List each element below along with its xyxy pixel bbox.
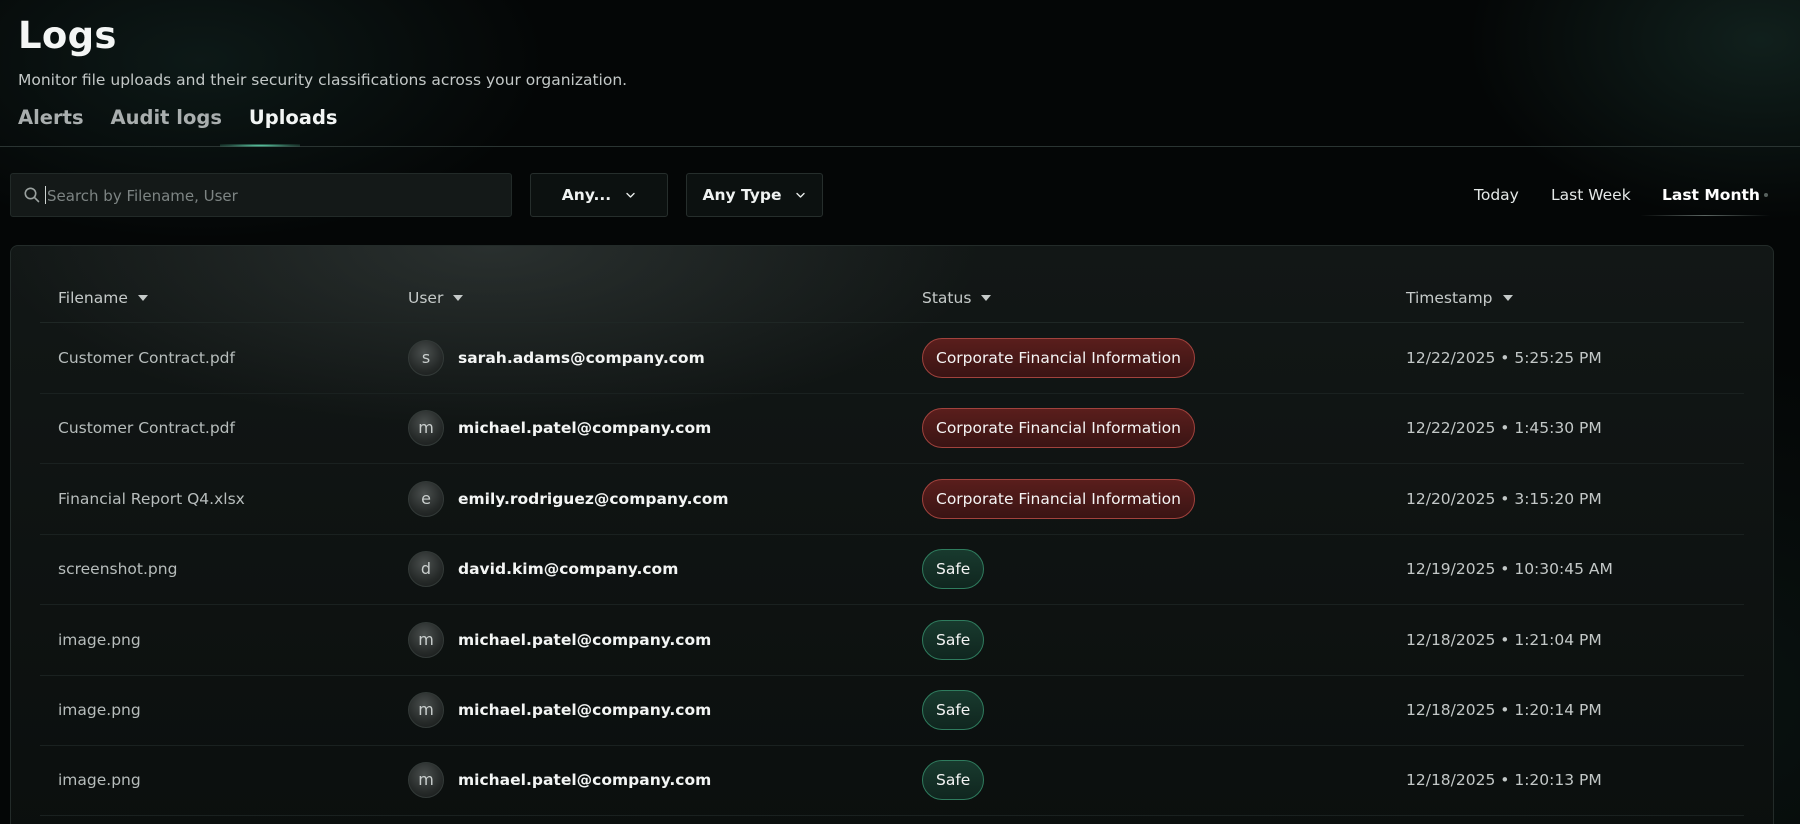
chevron-down-icon [626,192,635,198]
chevron-down-icon [796,192,806,198]
tab-bar: Alerts Audit logs Uploads [18,106,365,129]
timestamp-cell: 12/18/2025 • 1:20:13 PM [1406,771,1602,790]
timestamp-cell: 12/19/2025 • 10:30:45 AM [1406,560,1613,579]
type-filter-value: Any Type [702,186,782,204]
logs-page: Logs Monitor file uploads and their secu… [0,0,1800,824]
avatar: m [408,692,444,728]
avatar: m [408,621,444,658]
user-filter-dropdown[interactable]: Any... [530,173,668,217]
user-email: michael.patel@company.com [458,701,712,719]
filename-cell[interactable]: image.png [58,745,141,815]
page-title: Logs [18,14,117,57]
avatar: e [408,480,444,517]
filename-cell[interactable]: image.png [58,605,141,675]
table-row[interactable]: screenshot.png d david.kim@company.com Safe… [40,534,1744,606]
status-badge: Safe [922,760,985,801]
search-box[interactable] [10,173,512,218]
range-today[interactable]: Today [1474,186,1519,204]
avatar: s [408,340,444,376]
avatar: m [408,762,444,799]
table-row[interactable]: Customer Contract.pdf m michael.patel@comp… [40,393,1744,465]
page-header: Logs Monitor file uploads and their secu… [0,0,1800,147]
table-row[interactable]: image.png m michael.patel@company.com Safe 1… [40,675,1744,746]
user-email: michael.patel@company.com [458,630,712,649]
timestamp-cell: 12/18/2025 • 1:20:14 PM [1406,701,1602,719]
status-badge: Corporate Financial Information [922,408,1195,449]
user-email: emily.rodriguez@company.com [458,489,729,508]
timestamp-cell: 12/20/2025 • 3:15:20 PM [1406,489,1602,508]
user-email: david.kim@company.com [458,560,679,579]
timestamp-cell: 12/22/2025 • 5:25:25 PM [1406,349,1602,367]
filename-cell[interactable]: Customer Contract.pdf [58,323,235,393]
status-badge: Safe [922,549,985,590]
status-badge: Safe [922,690,985,730]
column-header-label: Filename [58,289,128,307]
active-tab-indicator [220,144,300,147]
text-caret [45,186,46,204]
filename-cell[interactable]: image.png [58,675,141,745]
table-row[interactable]: image.png m michael.patel@company.com Safe 1… [40,745,1744,817]
column-header-timestamp[interactable]: Timestamp [1406,289,1513,307]
status-badge: Corporate Financial Information [922,478,1195,519]
range-last-month[interactable]: Last Month [1662,186,1760,204]
status-badge: Safe [922,619,985,660]
user-email: michael.patel@company.com [458,419,712,438]
column-header-user[interactable]: User [408,289,464,307]
column-header-label: Timestamp [1406,289,1493,307]
filename-cell[interactable]: screenshot.png [58,534,177,604]
column-header-label: Status [922,289,972,307]
search-icon [24,187,40,203]
filename-cell[interactable]: Financial Report Q4.xlsx [58,464,245,534]
sort-caret-icon [137,295,148,301]
user-filter-value: Any... [561,186,612,204]
tab-uploads[interactable]: Uploads [249,106,338,129]
type-filter-dropdown[interactable]: Any Type [686,173,823,217]
tab-alerts[interactable]: Alerts [18,106,84,129]
user-email: michael.patel@company.com [458,771,712,790]
sort-caret-icon [1502,295,1513,301]
timestamp-cell: 12/18/2025 • 1:21:04 PM [1406,630,1602,649]
table-row[interactable]: Financial Report Q4.xlsx e emily.rodriguez… [40,464,1744,535]
column-header-filename[interactable]: Filename [58,289,148,307]
avatar: d [408,551,444,588]
sort-caret-icon [981,295,992,301]
page-subtitle: Monitor file uploads and their security … [18,71,628,89]
sort-caret-icon [453,295,464,301]
range-separator-dot [1764,193,1768,197]
column-header-status[interactable]: Status [922,289,992,307]
user-email: sarah.adams@company.com [458,349,705,367]
search-input[interactable] [45,174,499,218]
filename-cell[interactable]: Customer Contract.pdf [58,393,235,463]
tab-audit-logs[interactable]: Audit logs [111,106,222,129]
table-row[interactable]: Customer Contract.pdf s sarah.adams@compan… [40,323,1744,394]
active-range-indicator [1640,215,1770,216]
avatar: m [408,410,444,447]
table-row[interactable]: image.png m michael.patel@company.com Safe 1… [40,605,1744,676]
column-header-label: User [408,289,444,307]
timestamp-cell: 12/22/2025 • 1:45:30 PM [1406,419,1602,438]
status-badge: Corporate Financial Information [922,338,1195,378]
range-last-week[interactable]: Last Week [1551,186,1631,204]
